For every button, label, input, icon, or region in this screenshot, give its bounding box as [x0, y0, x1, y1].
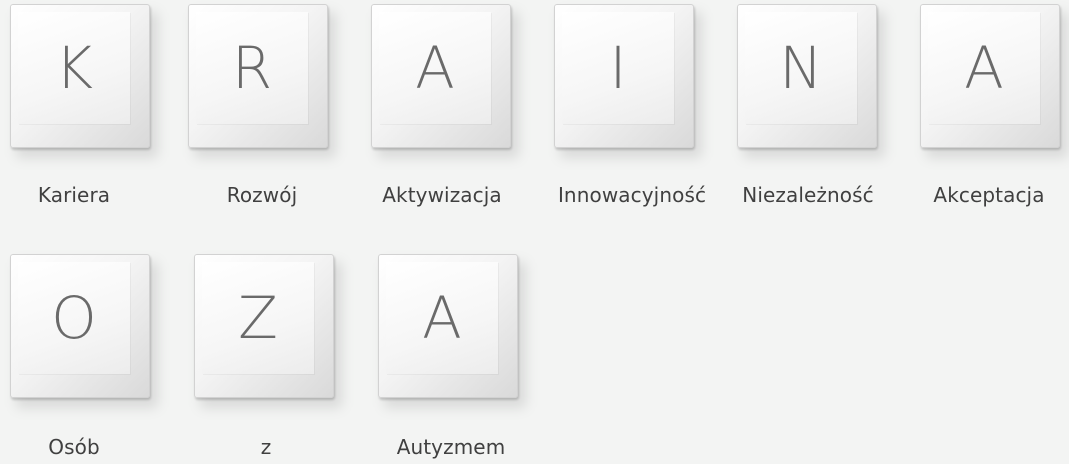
- word-label-aktywizacja: Aktywizacja: [382, 183, 502, 207]
- word-label-autyzmem: Autyzmem: [396, 435, 506, 459]
- key-z: Z: [194, 254, 342, 408]
- key-a3: A: [378, 254, 526, 408]
- key-k: K: [10, 4, 158, 158]
- word-label-z: z: [260, 435, 272, 459]
- key-letter: A: [415, 34, 455, 102]
- key-i: I: [554, 4, 702, 158]
- word-label-niezaleznosc: Niezależność: [742, 183, 874, 207]
- key-r: R: [188, 4, 336, 158]
- key-n: N: [737, 4, 885, 158]
- word-label-kariera: Kariera: [37, 183, 111, 207]
- key-a1: A: [371, 4, 519, 158]
- word-label-innowacyjnosc: Innowacyjność: [557, 183, 707, 207]
- key-letter: O: [51, 284, 97, 352]
- key-letter: I: [609, 34, 627, 102]
- key-letter: R: [231, 34, 273, 102]
- key-letter: A: [964, 34, 1004, 102]
- key-letter: N: [779, 34, 823, 102]
- key-a2: A: [920, 4, 1068, 158]
- key-letter: Z: [238, 284, 278, 352]
- key-letter: A: [422, 284, 462, 352]
- word-label-osob: Osób: [48, 435, 100, 459]
- key-letter: K: [54, 34, 94, 102]
- word-label-akceptacja: Akceptacja: [933, 183, 1045, 207]
- key-o: O: [10, 254, 158, 408]
- word-label-rozwoj: Rozwój: [226, 183, 298, 207]
